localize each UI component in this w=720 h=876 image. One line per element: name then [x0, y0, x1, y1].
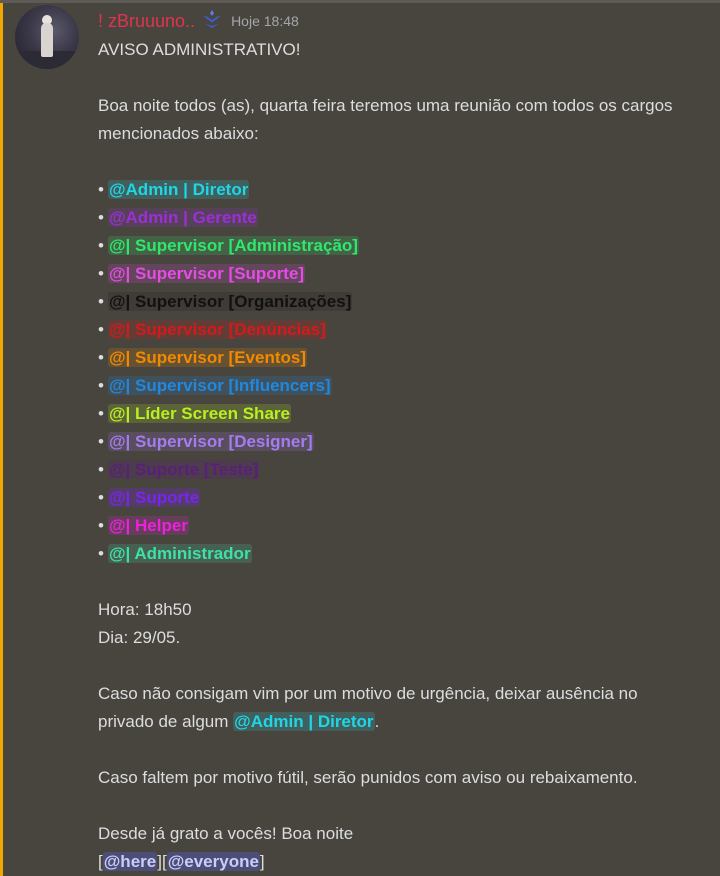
list-item: • @| Supervisor [Suporte] — [98, 264, 306, 283]
highlight-accent-bar — [0, 3, 3, 876]
list-item: • @| Suporte [Teste] — [98, 460, 260, 479]
here-mention[interactable]: @here — [102, 852, 158, 871]
timestamp: Hoje 18:48 — [231, 13, 299, 29]
role-mention[interactable]: @| Supervisor [Suporte] — [107, 264, 306, 283]
role-mention[interactable]: @| Suporte [Teste] — [107, 460, 260, 479]
list-item: • @Admin | Gerente — [98, 208, 258, 227]
announcement-title: AVISO ADMINISTRATIVO! — [98, 40, 301, 59]
list-item: • @| Líder Screen Share — [98, 404, 291, 423]
meeting-date: Dia: 29/05. — [98, 628, 181, 647]
list-item: • @| Supervisor [Designer] — [98, 432, 314, 451]
username[interactable]: ! zBruuuno.. — [98, 11, 195, 32]
intro-line-1: Boa noite todos (as), quarta feira terem… — [98, 96, 673, 115]
list-item: • @| Supervisor [Influencers] — [98, 376, 332, 395]
role-mention[interactable]: @| Suporte — [107, 488, 201, 507]
role-mention[interactable]: @| Supervisor [Eventos] — [107, 348, 307, 367]
role-mention[interactable]: @| Supervisor [Administração] — [107, 236, 359, 255]
everyone-mention[interactable]: @everyone — [166, 852, 260, 871]
role-mention[interactable]: @| Administrador — [107, 544, 252, 563]
role-mention[interactable]: @| Supervisor [Organizações] — [107, 292, 353, 311]
role-mention[interactable]: @| Supervisor [Denúncias] — [107, 320, 327, 339]
role-mention[interactable]: @Admin | Diretor — [107, 180, 250, 199]
hypesquad-badge-icon[interactable] — [195, 8, 223, 35]
list-item: • @Admin | Diretor — [98, 180, 250, 199]
everyone-mention-line: [@here][@everyone] — [98, 852, 265, 871]
list-item: • @| Supervisor [Organizações] — [98, 292, 353, 311]
list-item: • @| Supervisor [Administração] — [98, 236, 359, 255]
role-mention[interactable]: @| Supervisor [Designer] — [107, 432, 314, 451]
list-item: • @| Helper — [98, 516, 189, 535]
role-mention[interactable]: @| Líder Screen Share — [107, 404, 291, 423]
list-item: • @| Administrador — [98, 544, 252, 563]
absence-line-2: privado de algum @Admin | Diretor. — [98, 712, 380, 731]
message-content: AVISO ADMINISTRATIVO! Boa noite todos (a… — [98, 36, 708, 876]
thanks-line: Desde já grato a vocês! Boa noite — [98, 824, 354, 843]
top-edge — [0, 0, 720, 3]
role-mention-admin-diretor[interactable]: @Admin | Diretor — [233, 712, 375, 731]
list-item: • @| Supervisor [Denúncias] — [98, 320, 327, 339]
meeting-time: Hora: 18h50 — [98, 600, 192, 619]
intro-line-2: mencionados abaixo: — [98, 124, 259, 143]
role-mention[interactable]: @| Supervisor [Influencers] — [107, 376, 332, 395]
role-mention[interactable]: @| Helper — [107, 516, 189, 535]
role-mention-list: • @Admin | Diretor • @Admin | Gerente • @| … — [98, 176, 708, 568]
role-mention[interactable]: @Admin | Gerente — [107, 208, 258, 227]
absence-line-1: Caso não consigam vim por um motivo de u… — [98, 684, 638, 703]
list-item: • @| Suporte — [98, 488, 201, 507]
avatar[interactable] — [15, 5, 79, 69]
punishment-line: Caso faltem por motivo fútil, serão puni… — [98, 768, 638, 787]
message-header: ! zBruuuno.. Hoje 18:48 — [98, 9, 299, 33]
list-item: • @| Supervisor [Eventos] — [98, 348, 307, 367]
